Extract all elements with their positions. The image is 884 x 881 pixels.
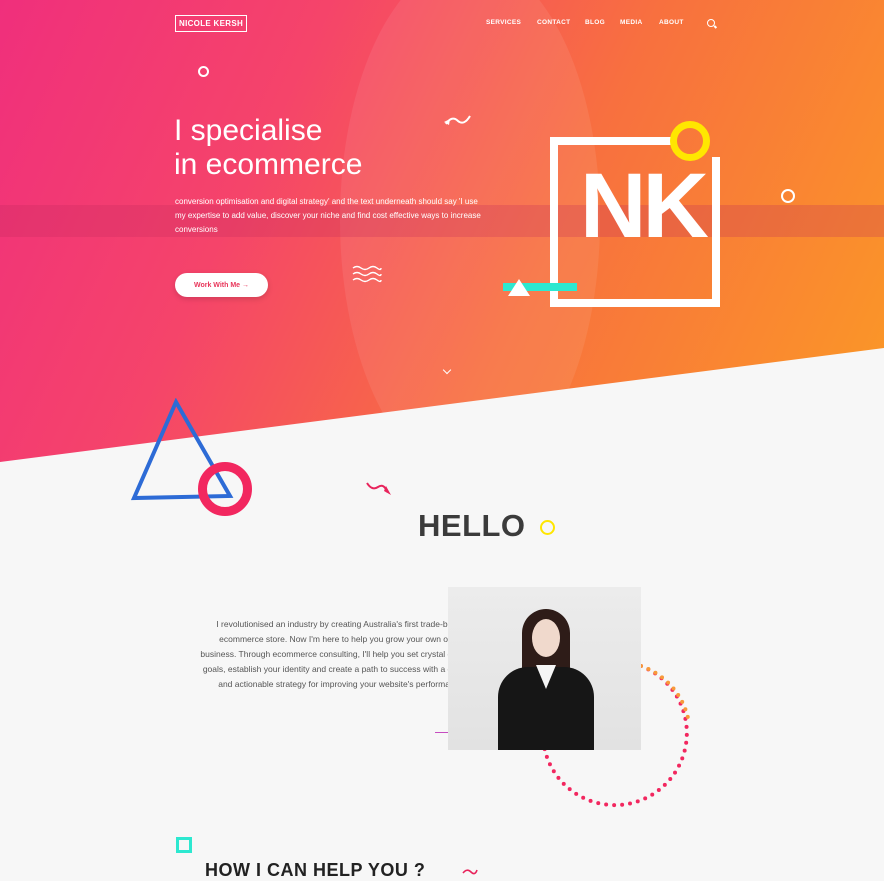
- about-bio: I revolutionised an industry by creating…: [200, 619, 466, 689]
- profile-photo: [448, 587, 641, 750]
- hero-headline-line1: I specialise: [174, 114, 323, 147]
- teal-square-decoration: [176, 837, 192, 853]
- wave-lines-decoration: [352, 265, 382, 283]
- yellow-ring-decoration: [670, 121, 710, 161]
- search-icon[interactable]: [707, 19, 715, 27]
- small-ring-decoration: [781, 189, 795, 203]
- red-ring-decoration: [198, 462, 252, 516]
- photo-face: [532, 619, 560, 657]
- red-arrow-squiggle-decoration: [366, 482, 391, 495]
- nav-contact[interactable]: CONTACT: [537, 19, 570, 26]
- hero-headline-line2: in ecommerce: [174, 148, 363, 181]
- yellow-small-ring-decoration: [540, 520, 555, 535]
- services-heading: HOW I CAN HELP YOU ?: [205, 860, 426, 880]
- squiggle-decoration: [444, 115, 471, 125]
- cta-label: Work With Me: [193, 281, 241, 289]
- nav-media[interactable]: MEDIA: [620, 19, 642, 26]
- hello-heading: HELLO: [418, 508, 526, 543]
- white-triangle-decoration: [508, 279, 530, 296]
- nav-blog[interactable]: BLOG: [585, 19, 605, 26]
- hero-headline: I specialise in ecommerce: [174, 114, 362, 182]
- work-with-me-button[interactable]: Work With Me →: [175, 273, 268, 297]
- small-ring-decoration: [198, 66, 209, 77]
- nk-monogram: NK: [580, 155, 709, 257]
- pink-squiggle-decoration: [462, 869, 478, 875]
- nav-services[interactable]: SERVICES: [486, 19, 521, 26]
- site-logo[interactable]: NICOLE KERSH: [175, 15, 248, 32]
- nav-about[interactable]: ABOUT: [659, 19, 684, 26]
- hero-subtext: conversion optimisation and digital stra…: [175, 197, 481, 234]
- arrow-right-icon: →: [242, 281, 250, 289]
